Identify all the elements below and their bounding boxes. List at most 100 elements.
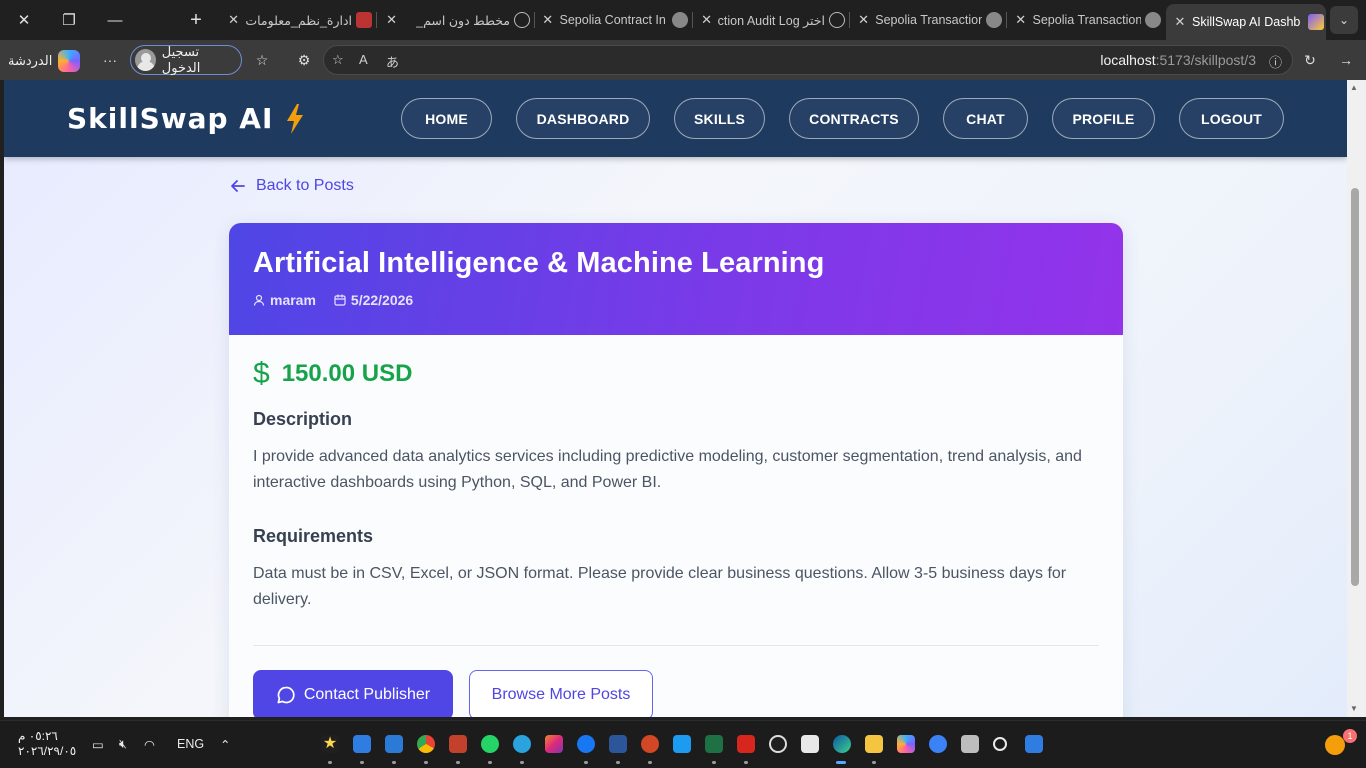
requirements-heading: Requirements: [253, 526, 374, 546]
lightning-icon: [287, 103, 304, 134]
battery-icon[interactable]: ▭: [92, 737, 104, 752]
scroll-up-icon[interactable]: ▲: [1350, 83, 1358, 92]
tab-list-chevron-icon[interactable]: ⌄: [1330, 6, 1358, 34]
browser-tab[interactable]: ✕ اختر Action Audit Log: [699, 6, 845, 34]
facebook-icon[interactable]: [577, 735, 595, 753]
browser-tab[interactable]: ✕ Sepolia Transaction: [1013, 6, 1161, 34]
nav-dashboard[interactable]: DASHBOARD: [516, 98, 650, 139]
acrobat-icon[interactable]: [737, 735, 755, 753]
browser-tab[interactable]: ✕ Sepolia Contract In: [540, 6, 688, 34]
instagram-icon[interactable]: [545, 735, 563, 753]
notepad-icon[interactable]: [353, 735, 371, 753]
volume-muted-icon[interactable]: 🔇︎: [119, 737, 127, 752]
task-view-icon[interactable]: [961, 735, 979, 753]
browser-tab[interactable]: ✕ مخطط دون اسم_: [384, 6, 530, 34]
post-date: 5/22/2026: [350, 292, 414, 308]
app-p-icon[interactable]: [449, 735, 467, 753]
scrollbar-thumb[interactable]: [1351, 188, 1359, 586]
start-menu-icon[interactable]: [1025, 735, 1043, 753]
system-clock[interactable]: ٠٥:٢٦ م ٢٠٢٦/٢٩/٠٥: [18, 729, 76, 759]
vscode-icon[interactable]: [385, 735, 403, 753]
nav-contracts[interactable]: CONTRACTS: [789, 98, 919, 139]
more-options-icon[interactable]: ···: [100, 50, 120, 70]
description-text: I provide advanced data analytics servic…: [253, 448, 1082, 491]
post-meta: maram 5/22/2026: [253, 292, 1099, 308]
refresh-icon[interactable]: ↻: [1300, 50, 1320, 70]
arrow-left-icon: [231, 180, 245, 192]
nav-chat[interactable]: CHAT: [943, 98, 1028, 139]
nav-logout[interactable]: LOGOUT: [1179, 98, 1284, 139]
scroll-down-icon[interactable]: ▼: [1350, 704, 1358, 713]
extensions-icon[interactable]: ⚙: [294, 50, 314, 70]
twitter-icon[interactable]: [673, 735, 691, 753]
pdf-icon: [356, 12, 372, 28]
copilot-taskbar-icon[interactable]: [897, 735, 915, 753]
add-favorite-icon[interactable]: ☆: [332, 52, 344, 68]
chrome-icon[interactable]: [417, 735, 435, 753]
telegram-icon[interactable]: [513, 735, 531, 753]
close-tab-icon[interactable]: ✕: [226, 12, 241, 28]
dollar-icon: $: [253, 357, 270, 390]
user-icon: [253, 294, 265, 306]
app-c-icon[interactable]: [929, 735, 947, 753]
browser-tab[interactable]: ✕ ادارة_نظم_معلومات: [226, 6, 372, 34]
whatsapp-icon[interactable]: [481, 735, 499, 753]
url-text: localhost:5173/skillpost/3: [1100, 52, 1256, 68]
divider: [253, 645, 1099, 646]
copilot-chat-button[interactable]: الدردشة: [8, 48, 81, 74]
pinned-app-icon[interactable]: ★: [321, 735, 339, 753]
close-tab-icon[interactable]: ✕: [1013, 12, 1029, 28]
page-viewport: SkillSwap AI HOME DASHBOARD SKILLS CONTR…: [4, 80, 1347, 717]
copilot-icon: [58, 50, 81, 72]
new-tab-icon[interactable]: +: [184, 8, 208, 32]
post-price: $ 150.00 USD: [253, 357, 413, 390]
contact-publisher-button[interactable]: Contact Publisher: [253, 670, 453, 717]
browser-tab[interactable]: ✕ Sepolia Transaction: [856, 6, 1002, 34]
translate-icon[interactable]: あ: [386, 52, 399, 71]
file-explorer-icon[interactable]: [865, 735, 883, 753]
browser-tab-active[interactable]: ✕ SkillSwap AI Dashb: [1166, 4, 1326, 40]
close-tab-icon[interactable]: ✕: [540, 12, 556, 28]
close-tab-icon[interactable]: ✕: [384, 12, 399, 28]
close-tab-icon[interactable]: ✕: [699, 12, 714, 28]
wifi-icon[interactable]: ◠: [144, 737, 155, 752]
nav-skills[interactable]: SKILLS: [674, 98, 765, 139]
forward-icon[interactable]: →: [1336, 50, 1356, 70]
etherscan-icon: [672, 12, 688, 28]
minimize-window-icon[interactable]: —: [103, 8, 127, 32]
store-icon[interactable]: [801, 735, 819, 753]
description-heading: Description: [253, 409, 353, 429]
favorites-icon[interactable]: ☆: [252, 50, 272, 70]
post-author: maram: [270, 292, 316, 308]
nav-profile[interactable]: PROFILE: [1052, 98, 1155, 139]
close-window-icon[interactable]: ✕: [12, 8, 36, 32]
nav-home[interactable]: HOME: [401, 98, 492, 139]
chatgpt-icon[interactable]: [769, 735, 787, 753]
chat-bubble-icon: [277, 686, 295, 704]
site-info-icon[interactable]: ⓘ: [1269, 52, 1282, 71]
calendar-icon: [334, 294, 346, 306]
etherscan-icon: [986, 12, 1002, 28]
language-indicator[interactable]: ENG: [177, 737, 204, 751]
close-tab-icon[interactable]: ✕: [1172, 14, 1188, 30]
back-to-posts-link[interactable]: Back to Posts: [230, 177, 354, 195]
address-bar[interactable]: ☆ A あ localhost:5173/skillpost/3 ⓘ: [323, 45, 1293, 75]
taskbar: ٠٥:٢٦ م ٢٠٢٦/٢٩/٠٥ ▭ 🔇︎ ◠ ENG ⌃ ★ 1: [0, 720, 1366, 768]
page-scrollbar[interactable]: ▲ ▼: [1347, 80, 1366, 717]
powerpoint-icon[interactable]: [641, 735, 659, 753]
browse-more-posts-button[interactable]: Browse More Posts: [469, 670, 653, 717]
app-navbar: SkillSwap AI HOME DASHBOARD SKILLS CONTR…: [4, 80, 1347, 157]
requirements-text: Data must be in CSV, Excel, or JSON form…: [253, 565, 1067, 608]
app-logo[interactable]: SkillSwap AI: [67, 102, 305, 135]
tray-chevron-up-icon[interactable]: ⌃: [220, 737, 230, 752]
notification-icon[interactable]: [1325, 735, 1345, 755]
edge-icon[interactable]: [833, 735, 851, 753]
search-icon[interactable]: [993, 737, 1007, 751]
excel-icon[interactable]: [705, 735, 723, 753]
restore-window-icon[interactable]: ❐: [57, 8, 81, 32]
word-icon[interactable]: [609, 735, 627, 753]
vite-icon: [1308, 14, 1324, 30]
close-tab-icon[interactable]: ✕: [856, 12, 871, 28]
signin-button[interactable]: تسجيل الدخول: [130, 44, 242, 75]
read-aloud-icon[interactable]: A: [359, 52, 368, 67]
